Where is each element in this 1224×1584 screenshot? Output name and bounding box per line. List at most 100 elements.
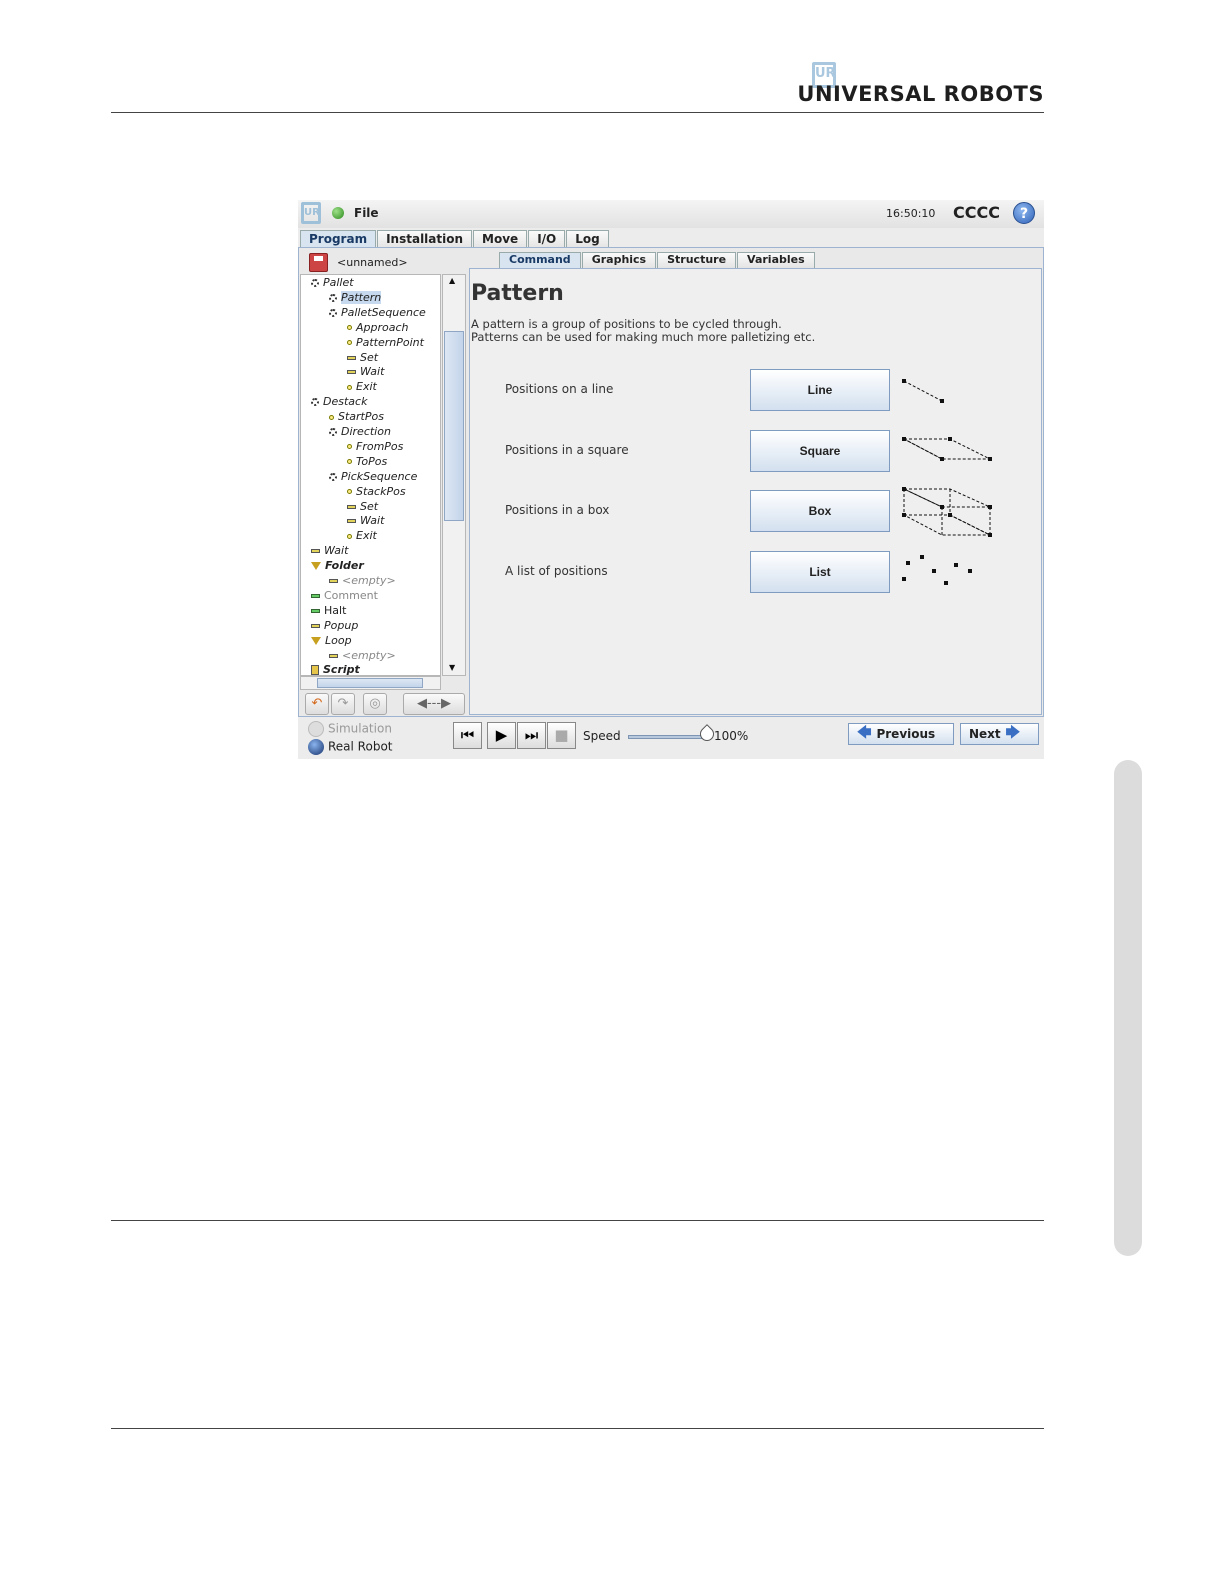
tab-structure[interactable]: Structure [657, 252, 737, 268]
folder-icon [311, 562, 321, 571]
pallet-node-icon [329, 308, 337, 317]
hscroll-thumb[interactable] [317, 678, 423, 688]
pallet-node-icon [329, 428, 337, 436]
tree-node[interactable]: Wait [347, 513, 384, 528]
folder-icon [311, 636, 321, 645]
simulation-option[interactable]: Simulation [308, 721, 392, 737]
tree-node[interactable]: FromPos [347, 439, 403, 454]
undo-icon[interactable]: ↶ [305, 693, 329, 715]
program-tree[interactable]: Pallet Pattern PalletSequence Approach Patte… [300, 274, 441, 676]
tree-node[interactable]: Set [347, 350, 378, 365]
tree-node-label: ToPos [356, 454, 388, 468]
chapter-side-tab [1114, 760, 1142, 1256]
box-button[interactable]: Box [750, 490, 890, 532]
tree-node[interactable]: Wait [311, 543, 348, 558]
stop-icon[interactable]: ■ [547, 722, 576, 749]
tree-node[interactable]: Pallet [311, 275, 354, 290]
tab-log[interactable]: Log [566, 230, 609, 248]
previous-button[interactable]: 🡄 Previous [848, 723, 954, 745]
tab-variables[interactable]: Variables [737, 252, 815, 268]
tree-node-label: Comment [324, 588, 378, 602]
command-icon [311, 623, 320, 628]
simulation-radio-icon[interactable] [308, 721, 324, 737]
tree-node[interactable]: <empty> [329, 573, 396, 588]
tree-node[interactable]: Set [347, 499, 378, 514]
tree-node[interactable]: StartPos [329, 409, 384, 424]
tab-installation[interactable]: Installation [377, 230, 473, 248]
tree-node[interactable]: Pattern [329, 290, 382, 305]
waypoint-icon [347, 340, 352, 346]
arrow-right-icon: 🡆 [1005, 725, 1021, 741]
tree-node-label: StackPos [356, 484, 406, 498]
next-label: Next [969, 727, 1001, 741]
tree-vertical-scrollbar[interactable]: ▲ ▼ [442, 274, 466, 676]
robot-status-icon [332, 207, 344, 219]
tree-node-label: Wait [324, 544, 349, 558]
tree-node-label: <empty> [342, 574, 396, 587]
step-icon[interactable]: ⏭ [517, 722, 546, 749]
tree-node[interactable]: <empty> [329, 648, 396, 663]
command-panel: Pattern A pattern is a group of position… [469, 268, 1042, 715]
command-icon [329, 579, 338, 583]
panel-description: A pattern is a group of positions to be … [471, 318, 815, 344]
tree-node[interactable]: StackPos [347, 484, 406, 499]
bottom-bar: Simulation Real Robot ⏮ ▶ ⏭ ■ Speed 100%… [298, 719, 1044, 759]
tree-node[interactable]: Destack [311, 394, 367, 409]
arrow-left-icon: 🡄 [857, 725, 872, 741]
tree-node[interactable]: Wait [347, 364, 384, 379]
save-icon[interactable] [309, 253, 328, 272]
tree-node-label: Pallet [323, 276, 354, 289]
real-robot-option[interactable]: Real Robot [308, 739, 393, 755]
tree-node[interactable]: ToPos [347, 454, 387, 469]
cut-paste-icon[interactable]: ◀---▶ [403, 693, 465, 715]
tab-command[interactable]: Command [499, 252, 581, 268]
tree-node-label: PatternPoint [356, 335, 424, 349]
tree-node[interactable]: Loop [311, 633, 352, 648]
tree-node-label: Wait [360, 365, 385, 379]
tree-node[interactable]: PatternPoint [347, 335, 424, 350]
option-label-list: A list of positions [505, 564, 608, 578]
real-robot-radio-icon[interactable] [308, 739, 324, 755]
help-icon[interactable]: ? [1013, 202, 1035, 224]
tree-horizontal-scrollbar[interactable] [300, 676, 441, 690]
square-pattern-icon [902, 437, 992, 461]
file-menu[interactable]: File [354, 206, 379, 220]
list-button[interactable]: List [750, 551, 890, 593]
scroll-thumb[interactable] [444, 331, 464, 521]
box-pattern-icon [902, 487, 992, 537]
play-icon[interactable]: ▶ [487, 722, 516, 749]
tree-node[interactable]: Approach [347, 320, 409, 335]
rewind-icon[interactable]: ⏮ [453, 722, 482, 749]
next-button[interactable]: Next 🡆 [960, 723, 1039, 745]
tree-node[interactable]: PalletSequence [329, 305, 426, 320]
tree-node[interactable]: Exit [347, 528, 377, 543]
tab-move[interactable]: Move [473, 230, 528, 248]
tree-node[interactable]: Script [311, 662, 360, 675]
tree-node[interactable]: Popup [311, 618, 358, 633]
command-icon [311, 608, 320, 613]
tree-node-label: FromPos [356, 439, 404, 453]
tree-node[interactable]: Comment [311, 588, 378, 603]
tree-node[interactable]: Folder [311, 558, 364, 573]
scroll-down-icon[interactable]: ▼ [449, 663, 455, 672]
description-line: Patterns can be used for making much mor… [471, 330, 816, 344]
previous-label: Previous [876, 727, 936, 741]
tree-node-label: Set [360, 350, 379, 364]
speed-slider[interactable] [628, 735, 710, 739]
tree-node[interactable]: Exit [347, 379, 377, 394]
tree-node[interactable]: Halt [311, 603, 346, 618]
option-label-square: Positions in a square [505, 443, 629, 457]
waypoint-icon [347, 384, 352, 390]
suppress-icon[interactable]: ◎ [363, 693, 387, 715]
tree-node[interactable]: Direction [329, 424, 391, 439]
line-button[interactable]: Line [750, 369, 890, 411]
square-button[interactable]: Square [750, 430, 890, 472]
tab-io[interactable]: I/O [528, 230, 566, 248]
pallet-node-icon [329, 472, 337, 481]
option-label-box: Positions in a box [505, 503, 610, 517]
tab-graphics[interactable]: Graphics [581, 252, 657, 268]
scroll-up-icon[interactable]: ▲ [449, 276, 455, 285]
redo-icon[interactable]: ↷ [331, 693, 355, 715]
tree-node[interactable]: PickSequence [329, 469, 417, 484]
command-icon [311, 549, 320, 554]
